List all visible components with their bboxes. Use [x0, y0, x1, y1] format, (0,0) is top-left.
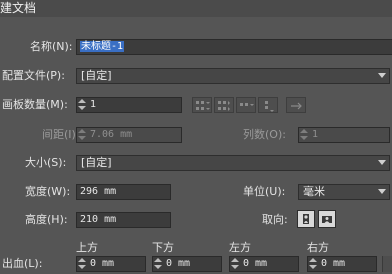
bleed-left-value: 0 mm [243, 258, 268, 269]
stepper-arrows-icon[interactable] [154, 258, 162, 270]
height-input[interactable]: 210 mm [76, 212, 171, 228]
stepper-arrows-icon[interactable] [309, 258, 317, 270]
width-label: 宽度(W): [25, 185, 71, 198]
profile-label: 配置文件(P): [2, 69, 65, 82]
columns-stepper[interactable]: 1 [298, 127, 390, 143]
name-input[interactable]: 未标题-1 [76, 39, 392, 55]
bleed-bottom-label: 下方 [152, 241, 174, 254]
bleed-left-stepper[interactable]: 0 mm [229, 256, 299, 272]
bleed-bottom-stepper[interactable]: 0 mm [152, 256, 222, 272]
size-select[interactable]: [自定] [76, 155, 390, 171]
stepper-arrows-icon[interactable] [300, 129, 308, 141]
units-label: 单位(U): [243, 185, 286, 198]
chevron-down-icon [378, 189, 386, 194]
link-bleed-icon[interactable] [382, 256, 392, 272]
stepper-arrows-icon[interactable] [78, 258, 86, 270]
stepper-arrows-icon[interactable] [78, 129, 86, 141]
size-value: [自定] [81, 156, 112, 169]
spacing-label: 间距(I): [42, 128, 80, 141]
arrange-by-row-icon[interactable] [236, 97, 256, 113]
landscape-icon[interactable] [318, 210, 336, 228]
artboards-stepper[interactable]: 1 [76, 97, 182, 113]
columns-value: 1 [312, 129, 319, 140]
grid-by-column-icon[interactable] [214, 97, 234, 113]
artboards-label: 画板数量(M): [2, 98, 68, 111]
change-to-right-to-left-icon[interactable] [286, 97, 306, 113]
spacing-value: 7.06 mm [90, 129, 133, 140]
bleed-right-label: 右方 [307, 241, 329, 254]
chevron-down-icon [378, 160, 386, 165]
bleed-top-label: 上方 [76, 241, 98, 254]
arrange-by-column-icon[interactable] [258, 97, 278, 113]
height-label: 高度(H): [25, 213, 68, 226]
stepper-arrows-icon[interactable] [231, 258, 239, 270]
columns-label: 列数(O): [243, 128, 286, 141]
bleed-left-label: 左方 [229, 241, 251, 254]
units-value: 毫米 [303, 185, 325, 198]
grid-by-row-icon[interactable] [192, 97, 212, 113]
size-label: 大小(S): [25, 156, 67, 169]
bleed-right-value: 0 mm [321, 258, 346, 269]
height-value: 210 mm [80, 214, 117, 225]
name-value: 未标题-1 [80, 41, 125, 52]
units-select[interactable]: 毫米 [298, 184, 390, 200]
orientation-label: 取向: [262, 213, 288, 226]
profile-select[interactable]: [自定] [76, 68, 390, 84]
chevron-down-icon [378, 73, 386, 78]
spacing-stepper[interactable]: 7.06 mm [76, 127, 182, 143]
stepper-arrows-icon[interactable] [78, 99, 86, 111]
profile-value: [自定] [81, 69, 112, 82]
portrait-icon[interactable] [297, 210, 315, 228]
dialog-title: 建文档 [0, 0, 392, 17]
bleed-bottom-value: 0 mm [166, 258, 191, 269]
bleed-top-stepper[interactable]: 0 mm [76, 256, 146, 272]
name-label: 名称(N): [30, 40, 73, 53]
width-input[interactable]: 296 mm [76, 184, 171, 200]
width-value: 296 mm [80, 186, 117, 197]
bleed-right-stepper[interactable]: 0 mm [307, 256, 377, 272]
bleed-label: 出血(L): [2, 257, 43, 270]
artboards-value: 1 [90, 99, 97, 110]
bleed-top-value: 0 mm [90, 258, 115, 269]
